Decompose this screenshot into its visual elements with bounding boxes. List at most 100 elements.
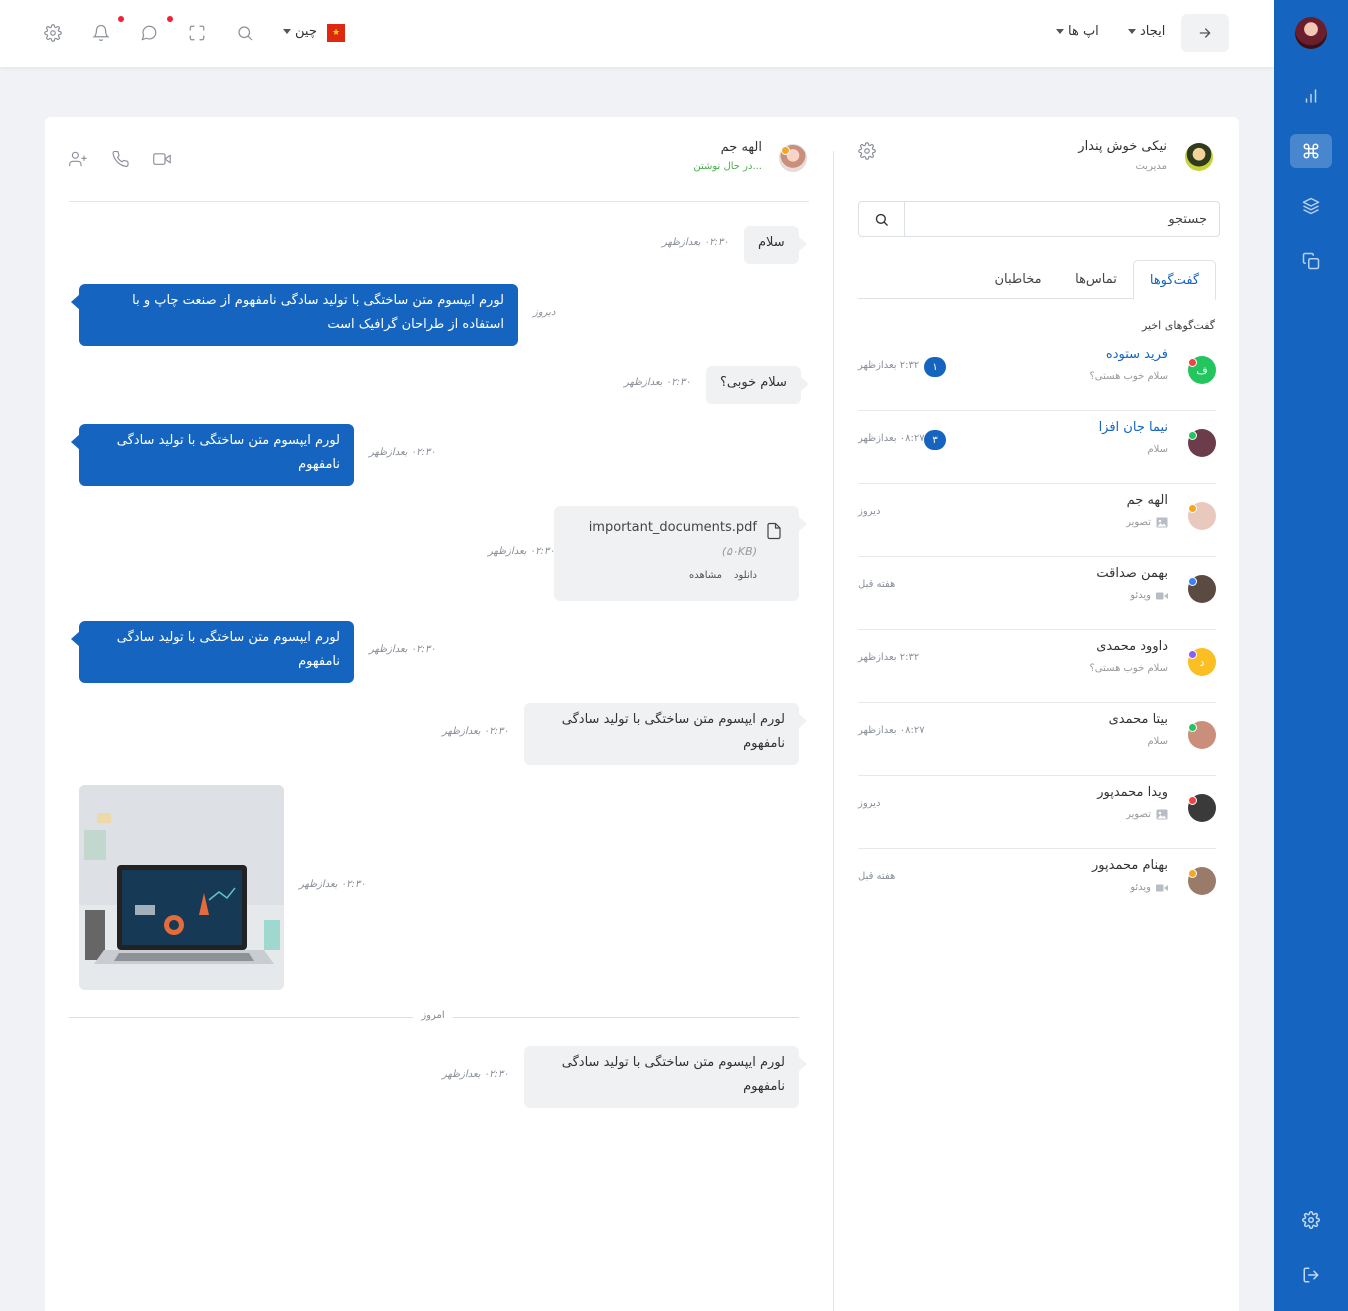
- tab-chats[interactable]: گفت‌گوها: [1133, 260, 1216, 300]
- tab-contacts[interactable]: مخاطبان: [978, 260, 1058, 299]
- conversation-preview: ویدئو: [1130, 590, 1168, 601]
- messages-button[interactable]: [139, 23, 159, 43]
- arrow-right-icon: [1199, 28, 1211, 38]
- add-user-button[interactable]: [67, 149, 89, 169]
- sidebar-item-chart[interactable]: [1290, 79, 1332, 113]
- message-time: ۰۲:۳۰ بعدازظهر: [624, 377, 691, 388]
- conversation-preview: سلام خوب هستی؟: [1089, 371, 1168, 382]
- conversation-time: دیروز: [858, 798, 881, 809]
- user-avatar[interactable]: [1185, 143, 1213, 171]
- message-outgoing: لورم ایپسوم متن ساختگی با تولید سادگی نا…: [71, 284, 518, 346]
- layers-icon: [1302, 197, 1320, 215]
- view-link[interactable]: مشاهده: [689, 564, 722, 588]
- create-menu[interactable]: ایجاد: [1128, 24, 1165, 39]
- notifications-button[interactable]: [91, 23, 111, 43]
- notification-dot: [118, 16, 124, 22]
- preview-text: سلام خوب هستی؟: [1089, 371, 1168, 382]
- file-name: important_documents.pdf: [588, 520, 757, 535]
- chevron-down-icon: [1056, 29, 1064, 34]
- message-time: ۰۲:۳۰ بعدازظهر: [442, 726, 509, 737]
- conversation-item[interactable]: ف فرید ستوده سلام خوب هستی؟ ۲:۳۲ بعدازظهر ۱: [858, 338, 1216, 411]
- sidebar-item-copy[interactable]: [1290, 244, 1332, 278]
- conversation-item[interactable]: بیتا محمدی سلام ۰۸:۲۷ بعدازظهر: [858, 703, 1216, 776]
- avatar[interactable]: [1295, 17, 1327, 49]
- gear-icon: [858, 142, 876, 160]
- conversation-item[interactable]: د داوود محمدی سلام خوب هستی؟ ۲:۳۲ بعدازظهر: [858, 630, 1216, 703]
- message-text: لورم ایپسوم متن ساختگی با تولید سادگی نا…: [561, 1055, 785, 1094]
- sidebar-item-layers[interactable]: [1290, 189, 1332, 223]
- preview-text: سلام: [1147, 444, 1168, 455]
- voice-call-button[interactable]: [109, 149, 131, 169]
- status-dot: [1188, 723, 1197, 732]
- panel-divider: [833, 151, 834, 1311]
- sidebar-item-settings[interactable]: [1290, 1203, 1332, 1237]
- tab-calls[interactable]: تماس‌ها: [1061, 260, 1131, 299]
- conversation-time: هفته قبل: [858, 579, 896, 590]
- message-incoming: سلام: [744, 226, 807, 264]
- image-icon: [1156, 809, 1168, 820]
- search-input[interactable]: [905, 202, 1219, 236]
- chevron-down-icon: [1128, 29, 1136, 34]
- conversation-preview: سلام خوب هستی؟: [1089, 663, 1168, 674]
- message-outgoing: لورم ایپسوم متن ساختگی با تولید سادگی نا…: [71, 621, 354, 683]
- chat-bubble-icon: [141, 25, 157, 41]
- image-icon: [1156, 517, 1168, 528]
- message-incoming: سلام خوبی؟: [706, 366, 809, 404]
- preview-text: سلام: [1147, 736, 1168, 747]
- search-icon: [875, 213, 888, 226]
- app-sidebar: [1274, 0, 1348, 1311]
- conversation-time: ۲:۳۲ بعدازظهر: [858, 360, 920, 371]
- message-image[interactable]: [79, 785, 284, 990]
- user-name: نیکی خوش پندار: [1078, 139, 1167, 154]
- status-dot: [1188, 431, 1197, 440]
- fullscreen-button[interactable]: [187, 23, 207, 43]
- date-separator-label: امروز: [421, 1010, 445, 1021]
- conversation-item[interactable]: ویدا محمدپور تصویر دیروز: [858, 776, 1216, 849]
- search-button[interactable]: [859, 202, 905, 236]
- conversation-item[interactable]: بهمن صداقت ویدئو هفته قبل: [858, 557, 1216, 630]
- conversation-name: بهنام محمدپور: [1092, 858, 1168, 873]
- message-outgoing: لورم ایپسوم متن ساختگی با تولید سادگی نا…: [71, 424, 354, 486]
- language-selector[interactable]: چین: [283, 24, 317, 39]
- conversation-item[interactable]: الهه جم تصویر دیروز: [858, 484, 1216, 557]
- message-text: سلام خوبی؟: [720, 375, 787, 390]
- apps-menu[interactable]: اپ ها: [1056, 24, 1099, 39]
- typing-status: در حال نوشتن...: [693, 161, 762, 172]
- logout-icon: [1303, 1267, 1319, 1283]
- sidebar-item-logout[interactable]: [1290, 1258, 1332, 1292]
- laptop-photo: [79, 785, 284, 990]
- conversation-time: هفته قبل: [858, 871, 896, 882]
- gear-icon: [1302, 1211, 1320, 1229]
- message-text: لورم ایپسوم متن ساختگی با تولید سادگی نا…: [561, 712, 785, 751]
- conversation-preview: سلام: [1147, 444, 1168, 455]
- user-role: مدیریت: [1135, 161, 1167, 172]
- search-button[interactable]: [235, 23, 255, 43]
- chat-header-divider: [69, 201, 809, 202]
- apps-label: اپ ها: [1068, 24, 1099, 39]
- video-call-button[interactable]: [151, 149, 173, 169]
- sidebar-item-command[interactable]: [1290, 134, 1332, 168]
- video-icon: [1156, 883, 1168, 893]
- chat-settings-button[interactable]: [858, 142, 876, 160]
- recent-chats-title: گفت‌گوهای اخیر: [1141, 319, 1215, 332]
- command-icon: [1303, 143, 1319, 159]
- video-icon: [1156, 591, 1168, 601]
- phone-icon: [112, 150, 129, 167]
- back-button[interactable]: [1181, 14, 1229, 52]
- preview-text: ویدئو: [1130, 882, 1151, 893]
- chart-icon: [1305, 89, 1317, 103]
- conversation-item[interactable]: بهنام محمدپور ویدئو هفته قبل: [858, 849, 1216, 922]
- user-plus-icon: [69, 151, 87, 167]
- settings-button[interactable]: [43, 23, 63, 43]
- status-dot: [1188, 796, 1197, 805]
- chevron-down-icon: [283, 29, 291, 34]
- status-dot: [1188, 869, 1197, 878]
- message-time: ۰۲:۳۰ بعدازظهر: [299, 879, 366, 890]
- contact-name: الهه جم: [720, 140, 762, 155]
- unread-badge: ۱: [924, 357, 946, 377]
- china-flag-icon: ★: [327, 24, 345, 42]
- message-time: دیروز: [533, 307, 556, 318]
- file-message: important_documents.pdf (۵۰KB) دانلود مش…: [554, 506, 807, 601]
- download-link[interactable]: دانلود: [734, 564, 757, 588]
- conversation-item[interactable]: نیما جان افزا سلام ۰۸:۲۷ بعدازظهر ۳: [858, 411, 1216, 484]
